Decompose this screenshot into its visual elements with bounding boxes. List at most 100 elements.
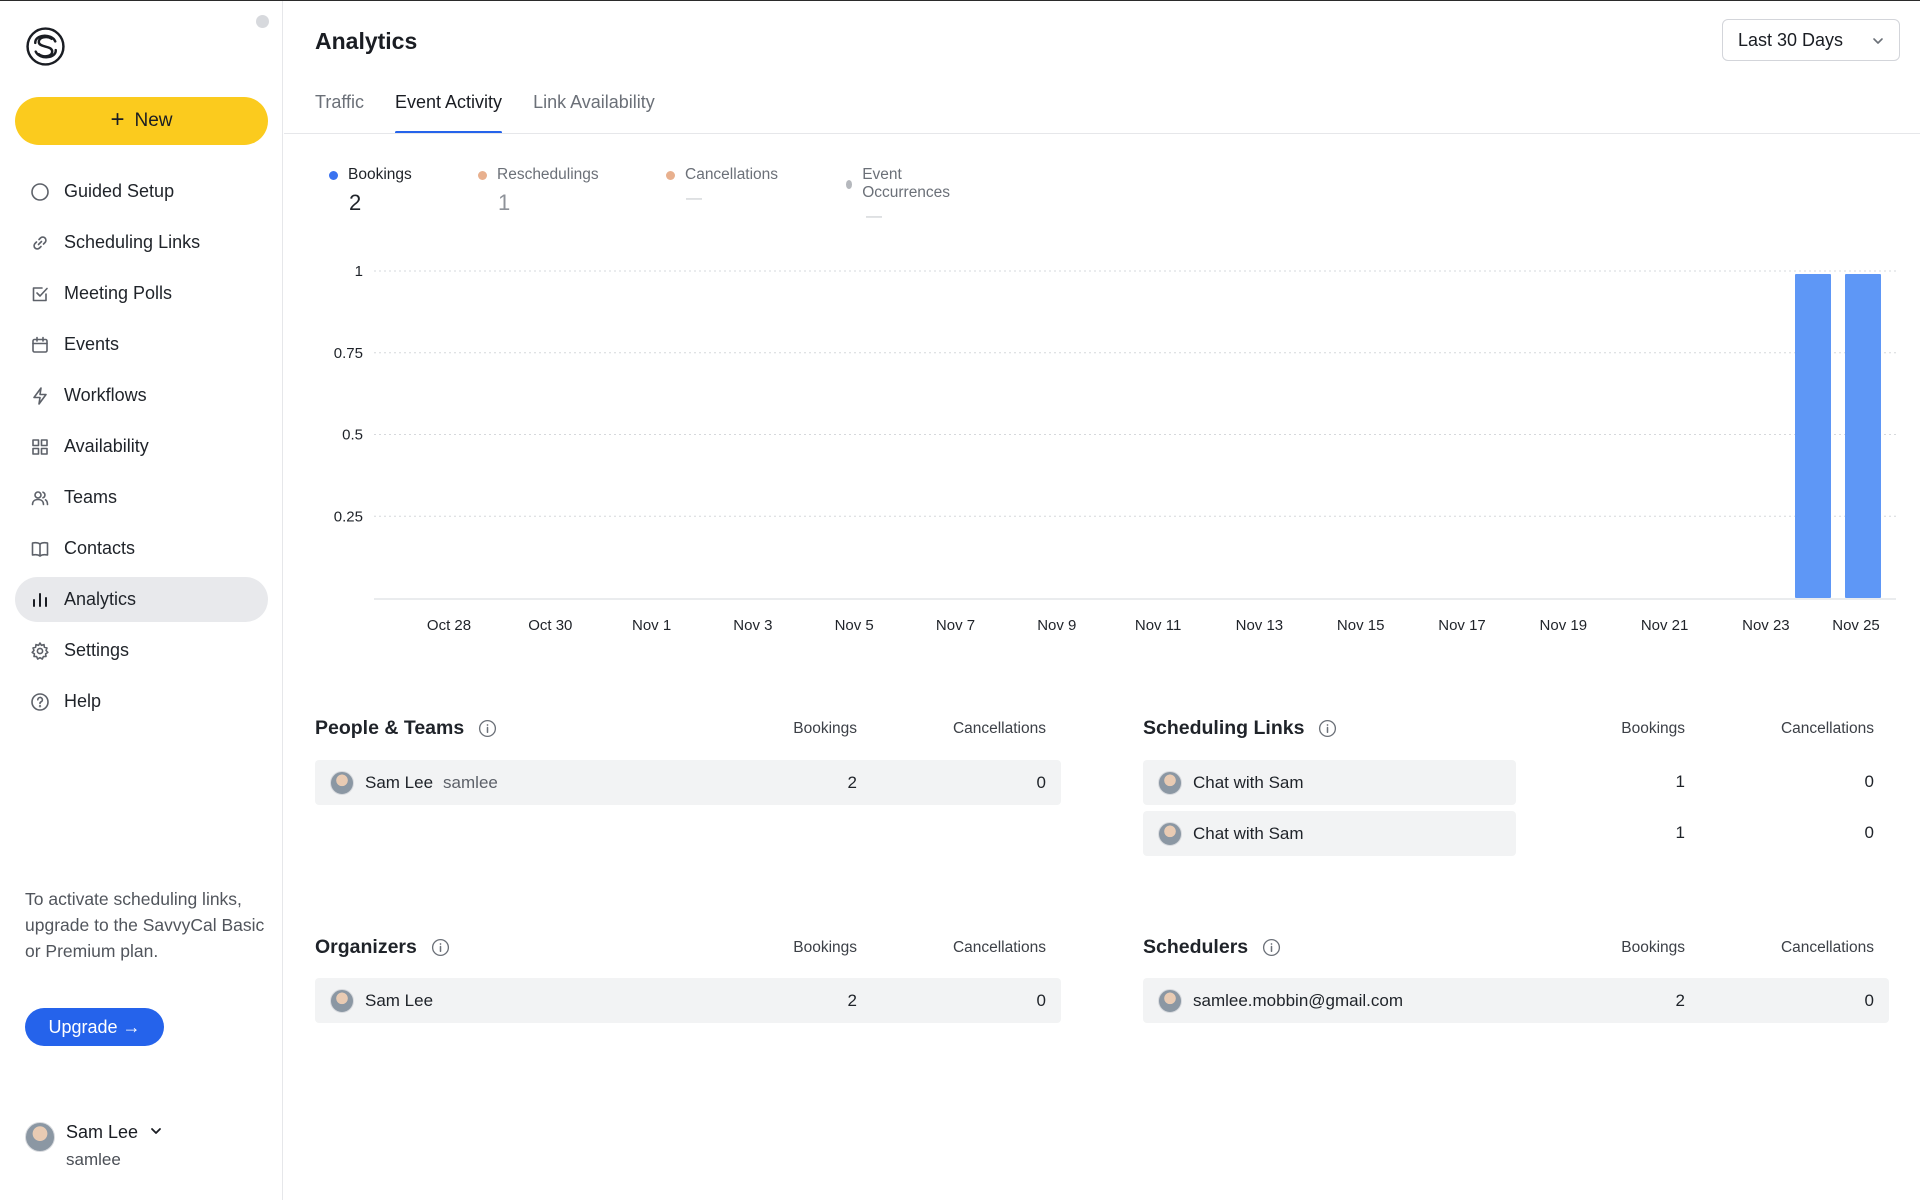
- x-tick-label: Nov 3: [733, 617, 772, 634]
- sidebar-collapse-handle[interactable]: [256, 15, 269, 28]
- avatar: [1158, 770, 1182, 795]
- column-header-cancellations: Cancellations: [1780, 720, 1874, 737]
- table-row[interactable]: Chat with Sam: [1143, 760, 1516, 805]
- column-header-cancellations: Cancellations: [1780, 939, 1874, 956]
- legend-dot: [478, 170, 487, 180]
- sidebar-item-settings[interactable]: Settings: [15, 628, 268, 673]
- x-tick-label: Oct 30: [528, 617, 572, 634]
- grid-icon: [29, 436, 51, 458]
- sidebar-item-label: Guided Setup: [64, 181, 175, 201]
- info-icon[interactable]: [431, 938, 450, 957]
- table-row[interactable]: Chat with Sam: [1143, 811, 1516, 856]
- y-tick-label: 0.5: [342, 427, 363, 444]
- x-tick-label: Nov 25: [1832, 617, 1880, 634]
- sidebar-item-contacts[interactable]: Contacts: [15, 526, 268, 571]
- table-row[interactable]: Sam Lee samlee 2 0: [315, 760, 1061, 805]
- organizers-table: Organizers Bookings Cancellations Sam Le…: [315, 936, 1061, 1046]
- legend-item-bookings[interactable]: Bookings 2: [329, 166, 412, 216]
- upgrade-button[interactable]: Upgrade →: [25, 1008, 164, 1046]
- sidebar-item-label: Events: [64, 334, 120, 354]
- row-cancellations: 0: [1864, 823, 1874, 842]
- row-name: Chat with Sam: [1193, 823, 1304, 843]
- row-bookings: 2: [1675, 990, 1685, 1010]
- x-tick-label: Nov 1: [632, 617, 671, 634]
- row-cancellations: 0: [1036, 990, 1046, 1010]
- main-content: Analytics Last 30 Days Traffic Event Act…: [284, 1, 1920, 1200]
- legend-dot: [329, 170, 338, 180]
- sidebar-item-label: Scheduling Links: [64, 232, 201, 252]
- x-tick-label: Nov 7: [936, 617, 975, 634]
- chevron-down-icon: [1873, 38, 1883, 44]
- sidebar-item-meeting-polls[interactable]: Meeting Polls: [15, 271, 268, 316]
- info-icon[interactable]: [1262, 938, 1281, 957]
- tab-event-activity[interactable]: Event Activity: [395, 89, 503, 134]
- info-icon[interactable]: [1318, 719, 1337, 738]
- legend-label: Reschedulings: [497, 166, 599, 183]
- row-cancellations: 0: [1036, 772, 1046, 792]
- legend-item-reschedulings[interactable]: Reschedulings 1: [478, 166, 599, 216]
- row-bookings: 2: [847, 990, 857, 1010]
- info-icon[interactable]: [478, 719, 497, 738]
- sidebar-item-help[interactable]: Help: [15, 679, 268, 724]
- avatar: [1158, 988, 1182, 1013]
- y-tick-label: 0.75: [334, 345, 363, 362]
- row-name: samlee.mobbin@gmail.com: [1193, 990, 1404, 1010]
- people-teams-table: People & Teams Bookings Cancellations Sa…: [315, 717, 1061, 827]
- row-handle: samlee: [443, 772, 498, 792]
- book-icon: [29, 538, 51, 560]
- avatar: [1158, 821, 1182, 846]
- row-bookings: 1: [1675, 772, 1685, 791]
- avatar: [330, 988, 354, 1013]
- date-range-select[interactable]: Last 30 Days: [1722, 19, 1900, 61]
- users-icon: [29, 487, 51, 509]
- upgrade-button-label: Upgrade →: [48, 1016, 141, 1037]
- sidebar-item-guided-setup[interactable]: Guided Setup: [15, 169, 268, 214]
- column-header-cancellations: Cancellations: [952, 939, 1046, 956]
- row-name: Sam Lee: [365, 990, 434, 1010]
- new-button-label: New: [134, 110, 173, 131]
- x-tick-label: Nov 15: [1337, 617, 1385, 634]
- schedulers-table: Schedulers Bookings Cancellations samlee…: [1143, 936, 1889, 1046]
- bar-chart-icon: [29, 589, 51, 611]
- sidebar-item-label: Meeting Polls: [64, 283, 173, 303]
- legend-value: 2: [349, 190, 362, 215]
- column-header-bookings: Bookings: [1621, 720, 1685, 737]
- sidebar-item-label: Availability: [64, 436, 149, 456]
- row-bookings: 1: [1675, 823, 1685, 842]
- column-header-cancellations: Cancellations: [952, 720, 1046, 737]
- avatar: [25, 1122, 55, 1152]
- legend-value: —: [686, 190, 702, 207]
- legend-dot: [666, 170, 675, 180]
- sidebar-item-label: Workflows: [64, 385, 147, 405]
- sidebar-nav: Guided Setup Scheduling Links Meeting Po…: [15, 169, 268, 730]
- row-cancellations: 0: [1864, 990, 1874, 1010]
- legend-label: Cancellations: [685, 166, 779, 183]
- sidebar-item-workflows[interactable]: Workflows: [15, 373, 268, 418]
- savvycal-logo-icon[interactable]: [25, 26, 66, 67]
- circle-icon: [29, 181, 51, 203]
- sidebar-item-availability[interactable]: Availability: [15, 424, 268, 469]
- y-tick-label: 1: [355, 263, 363, 280]
- tab-link-availability[interactable]: Link Availability: [533, 89, 655, 134]
- legend-item-cancellations[interactable]: Cancellations —: [666, 166, 778, 208]
- legend-item-event-occurrences[interactable]: Event Occurrences —: [846, 166, 953, 226]
- legend-value: —: [866, 208, 882, 225]
- sidebar-item-analytics[interactable]: Analytics: [15, 577, 268, 622]
- new-button[interactable]: + New: [15, 97, 268, 145]
- scheduling-links-table: Scheduling Links Bookings Cancellations …: [1143, 717, 1889, 857]
- sidebar-item-teams[interactable]: Teams: [15, 475, 268, 520]
- table-row[interactable]: samlee.mobbin@gmail.com 2 0: [1143, 978, 1889, 1023]
- row-cancellations: 0: [1864, 772, 1874, 791]
- x-tick-label: Nov 23: [1742, 617, 1790, 634]
- help-circle-icon: [29, 691, 51, 713]
- user-handle: samlee: [66, 1150, 121, 1169]
- event-activity-chart: 1 0.75 0.5 0.25 Oct 28 Oct 30 Nov 1 Nov 3 Nov 5 N…: [334, 263, 1896, 634]
- calendar-icon: [29, 334, 51, 356]
- table-row[interactable]: Sam Lee 2 0: [315, 978, 1061, 1023]
- sidebar-item-scheduling-links[interactable]: Scheduling Links: [15, 220, 268, 265]
- user-menu[interactable]: Sam Lee samlee: [25, 1120, 265, 1176]
- tab-traffic[interactable]: Traffic: [315, 89, 364, 134]
- column-header-bookings: Bookings: [1621, 939, 1685, 956]
- sidebar-item-events[interactable]: Events: [15, 322, 268, 367]
- date-range-value: Last 30 Days: [1738, 29, 1844, 50]
